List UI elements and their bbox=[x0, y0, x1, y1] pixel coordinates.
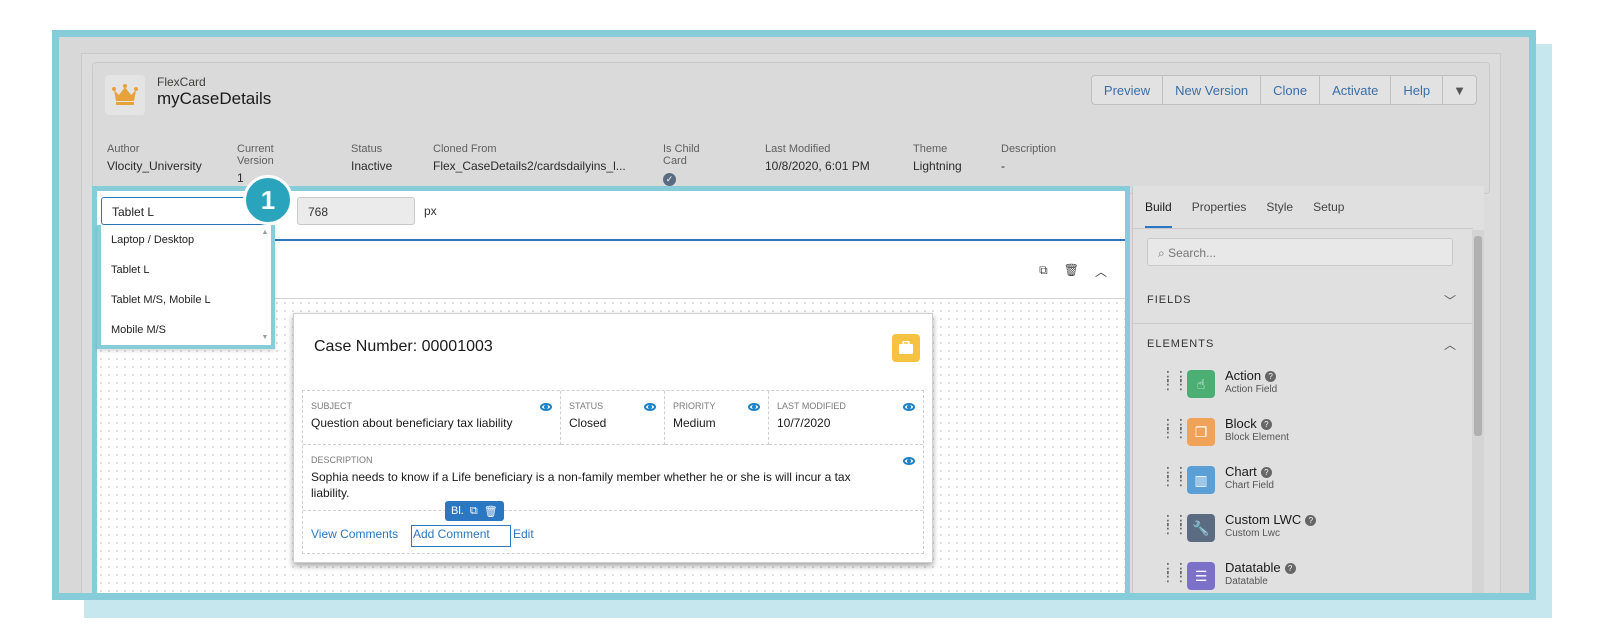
device-option[interactable]: Mobile M/S bbox=[101, 315, 271, 345]
chevron-down-icon[interactable]: ﹀ bbox=[1444, 292, 1457, 309]
element-custom-lwc[interactable]: ⋮⋮ ⋮⋮ 🔧 Custom LWC? Custom Lwc bbox=[1161, 510, 1461, 550]
card-title: Case Number: 00001003 bbox=[314, 338, 493, 355]
field-is-child-card: Is Child Card ✓ bbox=[663, 143, 700, 186]
card-canvas: Tablet L 768 px ⧉ 🗑 ︿ Case Number: 00001… bbox=[92, 175, 1130, 593]
chevron-up-icon[interactable]: ︿ bbox=[1444, 336, 1457, 353]
dropdown-scrollbar[interactable]: ▲ ▼ bbox=[261, 229, 269, 341]
touch-icon: ☝ bbox=[1187, 370, 1215, 398]
card-field-status[interactable]: Status Closed bbox=[561, 391, 665, 445]
panel-tabs: Build Properties Style Setup bbox=[1145, 200, 1344, 228]
header-button-group: Preview New Version Clone Activate Help … bbox=[1090, 75, 1477, 105]
element-datatable[interactable]: ⋮⋮ ⋮⋮ ☰ Datatable? Datatable bbox=[1161, 558, 1461, 593]
help-icon[interactable]: ? bbox=[1305, 515, 1317, 526]
drag-handle-icon[interactable]: ⋮⋮ ⋮⋮ bbox=[1161, 513, 1188, 535]
clone-button[interactable]: Clone bbox=[1261, 76, 1321, 104]
element-block[interactable]: ⋮⋮ ⋮⋮ ❐ Block? Block Element bbox=[1161, 414, 1461, 454]
eye-icon[interactable] bbox=[903, 403, 915, 411]
card-field-priority[interactable]: Priority Medium bbox=[665, 391, 769, 445]
card-field-last-modified[interactable]: Last Modified 10/7/2020 bbox=[769, 391, 923, 445]
case-card[interactable]: Case Number: 00001003 Subject Question a… bbox=[293, 313, 933, 563]
tab-properties[interactable]: Properties bbox=[1192, 200, 1247, 228]
field-author: Author Vlocity_University bbox=[107, 143, 202, 173]
eye-icon[interactable] bbox=[540, 403, 552, 411]
more-actions-chevron-down-icon[interactable]: ▼ bbox=[1443, 76, 1476, 104]
card-field-description[interactable]: Description Sophia needs to know if a Li… bbox=[303, 445, 923, 511]
block-icon: ❐ bbox=[1187, 418, 1215, 446]
element-chart[interactable]: ⋮⋮ ⋮⋮ ▥ Chart? Chart Field bbox=[1161, 462, 1461, 502]
builder-panel: Build Properties Style Setup ⌕ Search...… bbox=[1132, 186, 1484, 593]
card-field-grid: Subject Question about beneficiary tax l… bbox=[302, 390, 924, 554]
chevron-up-icon[interactable]: ︿ bbox=[1095, 263, 1107, 280]
field-description: Description - bbox=[1001, 143, 1057, 173]
element-search-input[interactable]: ⌕ Search... bbox=[1147, 238, 1453, 266]
eye-icon[interactable] bbox=[644, 403, 656, 411]
field-status: Status Inactive bbox=[351, 143, 393, 173]
checkmark-icon: ✓ bbox=[663, 173, 676, 186]
help-icon[interactable]: ? bbox=[1265, 371, 1277, 382]
search-icon: ⌕ bbox=[1158, 246, 1165, 260]
device-option[interactable]: Tablet M/S, Mobile L bbox=[101, 285, 271, 315]
view-comments-link[interactable]: View Comments bbox=[311, 527, 398, 541]
drag-handle-icon[interactable]: ⋮⋮ ⋮⋮ bbox=[1161, 369, 1188, 391]
object-type-label: FlexCard bbox=[157, 75, 206, 89]
section-fields[interactable]: FIELDS ﹀ bbox=[1133, 280, 1473, 324]
device-option[interactable]: Tablet L bbox=[101, 255, 271, 285]
drag-handle-icon[interactable]: ⋮⋮ ⋮⋮ bbox=[1161, 417, 1188, 439]
block-element-toolbar: Bl. ⧉ 🗑 bbox=[445, 501, 504, 521]
clone-icon[interactable]: ⧉ bbox=[470, 505, 478, 518]
add-comment-link[interactable]: Add Comment bbox=[413, 527, 490, 541]
tab-divider bbox=[1133, 228, 1473, 229]
help-button[interactable]: Help bbox=[1391, 76, 1444, 104]
table-icon: ☰ bbox=[1187, 562, 1215, 590]
device-option[interactable]: Laptop / Desktop bbox=[101, 225, 271, 255]
edit-link[interactable]: Edit bbox=[513, 527, 534, 541]
panel-scrollbar[interactable] bbox=[1472, 230, 1484, 593]
record-header: FlexCard myCaseDetails Preview New Versi… bbox=[92, 62, 1490, 194]
preview-button[interactable]: Preview bbox=[1092, 76, 1164, 104]
drag-handle-icon[interactable]: ⋮⋮ ⋮⋮ bbox=[1161, 561, 1188, 583]
card-actions-block: View Comments Add Comment Edit Bl. ⧉ 🗑 bbox=[303, 501, 923, 553]
field-last-modified: Last Modified 10/8/2020, 6:01 PM bbox=[765, 143, 870, 173]
delete-icon[interactable]: 🗑 bbox=[1064, 263, 1079, 280]
delete-icon[interactable]: 🗑 bbox=[484, 505, 498, 518]
page-title: myCaseDetails bbox=[157, 89, 272, 108]
section-elements[interactable]: ELEMENTS ︿ bbox=[1133, 324, 1473, 368]
device-size-dropdown: Laptop / Desktop Tablet L Tablet M/S, Mo… bbox=[97, 225, 275, 349]
screenshot-frame: FlexCard myCaseDetails Preview New Versi… bbox=[52, 30, 1536, 600]
field-cloned-from: Cloned From Flex_CaseDetails2/cardsdaily… bbox=[433, 143, 626, 173]
clone-icon[interactable]: ⧉ bbox=[1039, 263, 1048, 280]
scrollbar-thumb[interactable] bbox=[1474, 236, 1482, 436]
block-actions: ⧉ 🗑 ︿ bbox=[1039, 263, 1107, 280]
step-number-badge: 1 bbox=[243, 175, 293, 225]
help-icon[interactable]: ? bbox=[1260, 419, 1272, 430]
tab-setup[interactable]: Setup bbox=[1313, 200, 1344, 228]
new-version-button[interactable]: New Version bbox=[1163, 76, 1262, 104]
activate-button[interactable]: Activate bbox=[1320, 76, 1392, 104]
tab-build[interactable]: Build bbox=[1145, 200, 1172, 228]
briefcase-icon bbox=[892, 334, 920, 362]
crown-icon bbox=[105, 75, 145, 115]
viewport-width-input[interactable]: 768 bbox=[297, 197, 415, 225]
eye-icon[interactable] bbox=[748, 403, 760, 411]
card-field-subject[interactable]: Subject Question about beneficiary tax l… bbox=[303, 391, 561, 445]
help-icon[interactable]: ? bbox=[1284, 563, 1296, 574]
field-theme: Theme Lightning bbox=[913, 143, 962, 173]
eye-icon[interactable] bbox=[903, 457, 915, 465]
block-tool-label: Bl. bbox=[451, 505, 464, 517]
drag-handle-icon[interactable]: ⋮⋮ ⋮⋮ bbox=[1161, 465, 1188, 487]
tab-style[interactable]: Style bbox=[1266, 200, 1293, 228]
element-action[interactable]: ⋮⋮ ⋮⋮ ☝ Action? Action Field bbox=[1161, 366, 1461, 406]
width-unit-label: px bbox=[424, 204, 437, 218]
chart-icon: ▥ bbox=[1187, 466, 1215, 494]
help-icon[interactable]: ? bbox=[1260, 467, 1272, 478]
wrench-icon: 🔧 bbox=[1187, 514, 1215, 542]
